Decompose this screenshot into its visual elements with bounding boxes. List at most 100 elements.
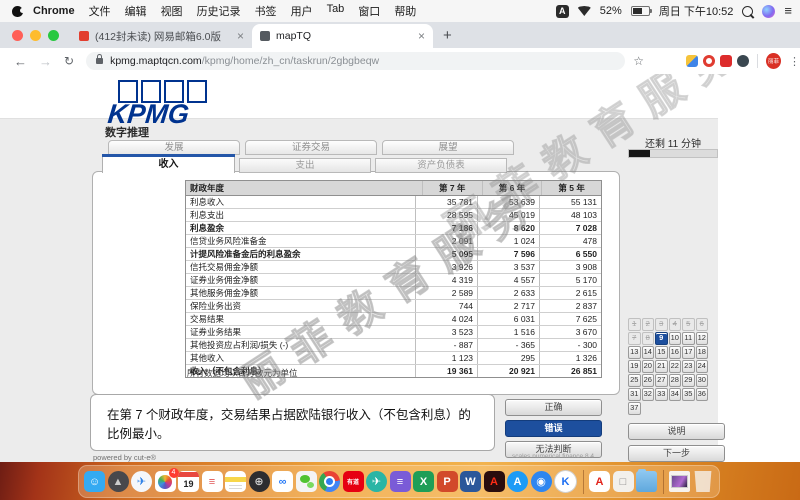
- menu-item-7[interactable]: 窗口: [358, 3, 380, 19]
- notebook-icon[interactable]: □: [613, 471, 634, 492]
- menu-item-4[interactable]: 书签: [255, 3, 277, 19]
- trash-icon[interactable]: [693, 471, 714, 492]
- scenario-tab-证券交易[interactable]: 证券交易: [245, 140, 377, 155]
- question-cell-33[interactable]: 33: [655, 388, 668, 401]
- question-cell-24[interactable]: 24: [696, 360, 709, 373]
- tab-close-icon[interactable]: ×: [237, 31, 244, 41]
- browser-tab[interactable]: mapTQ×: [252, 24, 433, 48]
- finder-icon[interactable]: ☺: [84, 471, 105, 492]
- menu-item-6[interactable]: Tab: [327, 3, 345, 19]
- chrome-menu-icon[interactable]: ⋮: [789, 55, 800, 68]
- scenario-tab-发展[interactable]: 发展: [108, 140, 240, 155]
- screenshot-file-icon[interactable]: [669, 471, 690, 492]
- question-cell-14[interactable]: 14: [642, 346, 655, 359]
- wifi-icon[interactable]: [578, 6, 591, 16]
- question-cell-15[interactable]: 15: [655, 346, 668, 359]
- extension-icon-4[interactable]: [737, 55, 749, 67]
- tab-close-icon[interactable]: ×: [418, 31, 425, 41]
- chrome-icon[interactable]: [319, 471, 340, 492]
- question-cell-7[interactable]: 7: [628, 332, 641, 345]
- spotlight-icon[interactable]: [742, 6, 753, 17]
- menu-app-name[interactable]: Chrome: [33, 5, 75, 17]
- question-cell-25[interactable]: 25: [628, 374, 641, 387]
- question-cell-27[interactable]: 27: [655, 374, 668, 387]
- safari-icon[interactable]: ✈: [131, 471, 152, 492]
- powerpoint-icon[interactable]: P: [437, 471, 458, 492]
- forward-icon[interactable]: →: [39, 54, 52, 69]
- calendar-icon[interactable]: 19: [178, 471, 199, 492]
- question-cell-10[interactable]: 10: [669, 332, 682, 345]
- back-icon[interactable]: ←: [14, 54, 27, 69]
- question-cell-6[interactable]: 6: [696, 318, 709, 331]
- scenario-tab-展望[interactable]: 展望: [382, 140, 514, 155]
- minimize-window-button[interactable]: [30, 30, 41, 41]
- reminders-icon[interactable]: ≡: [202, 471, 223, 492]
- statement-tab-支出[interactable]: 支出: [239, 158, 371, 173]
- question-cell-32[interactable]: 32: [642, 388, 655, 401]
- photos-icon[interactable]: 4: [155, 471, 176, 492]
- question-cell-17[interactable]: 17: [682, 346, 695, 359]
- baidu-netdisk-icon[interactable]: ∞: [272, 471, 293, 492]
- reload-icon[interactable]: ↻: [64, 54, 74, 68]
- launchpad-icon[interactable]: ▲: [108, 471, 129, 492]
- input-source-icon[interactable]: A: [556, 5, 569, 18]
- question-cell-36[interactable]: 36: [696, 388, 709, 401]
- answer-button-正确[interactable]: 正确: [505, 399, 602, 416]
- menu-item-3[interactable]: 历史记录: [197, 3, 241, 19]
- notes-icon[interactable]: [225, 471, 246, 492]
- acrobat-reader-icon[interactable]: A: [589, 471, 610, 492]
- question-cell-1[interactable]: 1: [628, 318, 641, 331]
- k-app-icon[interactable]: K: [554, 470, 577, 493]
- acrobat-icon[interactable]: A: [484, 471, 505, 492]
- address-bar[interactable]: kpmg.maptqcn.com/kpmg/home/zh_cn/taskrun…: [86, 52, 625, 70]
- paper-plane-app-icon[interactable]: ✈: [366, 471, 387, 492]
- question-cell-29[interactable]: 29: [682, 374, 695, 387]
- question-cell-23[interactable]: 23: [682, 360, 695, 373]
- question-cell-37[interactable]: 37: [628, 402, 641, 415]
- apple-menu-icon[interactable]: [12, 6, 23, 17]
- word-icon[interactable]: W: [460, 471, 481, 492]
- menu-item-1[interactable]: 编辑: [125, 3, 147, 19]
- menu-item-8[interactable]: 帮助: [394, 3, 416, 19]
- profile-avatar[interactable]: 丽菲: [766, 53, 781, 69]
- next-button[interactable]: 下一步: [628, 445, 725, 462]
- app-store-icon[interactable]: A: [507, 471, 528, 492]
- question-cell-30[interactable]: 30: [696, 374, 709, 387]
- bookmark-star-icon[interactable]: ☆: [633, 54, 644, 68]
- statement-tab-收入[interactable]: 收入: [102, 157, 235, 173]
- excel-icon[interactable]: X: [413, 471, 434, 492]
- question-cell-11[interactable]: 11: [682, 332, 695, 345]
- question-cell-13[interactable]: 13: [628, 346, 641, 359]
- question-cell-4[interactable]: 4: [669, 318, 682, 331]
- question-cell-34[interactable]: 34: [669, 388, 682, 401]
- notification-center-icon[interactable]: ≡: [784, 6, 792, 16]
- question-cell-8[interactable]: 8: [642, 332, 655, 345]
- zoom-window-button[interactable]: [48, 30, 59, 41]
- padlock-icon[interactable]: [96, 58, 103, 64]
- browser-tab[interactable]: (412封未读) 网易邮箱6.0版×: [71, 24, 252, 48]
- question-cell-35[interactable]: 35: [682, 388, 695, 401]
- extension-icon-1[interactable]: [686, 55, 698, 67]
- extension-icon-2[interactable]: [703, 55, 715, 67]
- question-cell-22[interactable]: 22: [669, 360, 682, 373]
- instructions-button[interactable]: 说明: [628, 423, 725, 440]
- wechat-icon[interactable]: [296, 471, 317, 492]
- question-cell-3[interactable]: 3: [655, 318, 668, 331]
- menu-item-0[interactable]: 文件: [89, 3, 111, 19]
- youdao-icon[interactable]: 有道: [343, 471, 364, 492]
- close-window-button[interactable]: [12, 30, 23, 41]
- question-cell-28[interactable]: 28: [669, 374, 682, 387]
- question-cell-21[interactable]: 21: [655, 360, 668, 373]
- question-cell-5[interactable]: 5: [682, 318, 695, 331]
- question-cell-9[interactable]: 9: [655, 332, 668, 345]
- question-cell-31[interactable]: 31: [628, 388, 641, 401]
- extension-icon-3[interactable]: [720, 55, 732, 67]
- question-cell-19[interactable]: 19: [628, 360, 641, 373]
- purple-notes-app-icon[interactable]: ≡: [390, 471, 411, 492]
- statement-tab-资产负债表[interactable]: 资产负债表: [375, 158, 507, 173]
- siri-icon[interactable]: [762, 5, 775, 18]
- menu-item-2[interactable]: 视图: [161, 3, 183, 19]
- question-cell-2[interactable]: 2: [642, 318, 655, 331]
- question-cell-16[interactable]: 16: [669, 346, 682, 359]
- question-cell-20[interactable]: 20: [642, 360, 655, 373]
